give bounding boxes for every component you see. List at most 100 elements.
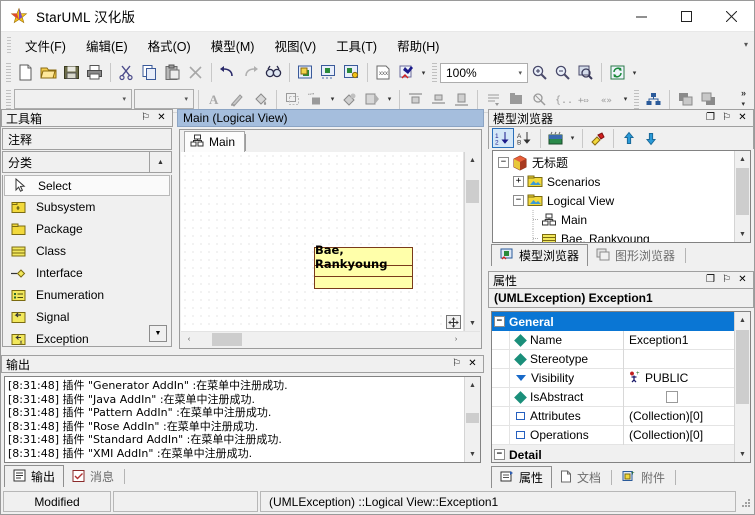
sort-alpha-icon[interactable]: AB [514, 128, 536, 148]
property-scrollbar[interactable]: ▲ ▼ [734, 312, 750, 462]
add-property-icon[interactable]: +⇔ [574, 88, 597, 110]
property-grid[interactable]: − General Name Exception1 Stereotype Vis… [491, 311, 751, 463]
property-row-name[interactable]: Name Exception1 [492, 330, 734, 350]
font-family-combo[interactable]: ▾ [14, 89, 132, 109]
expander-icon[interactable]: − [494, 449, 505, 460]
scroll-track[interactable] [735, 167, 750, 226]
tree-node-project[interactable]: − 无标题 [494, 153, 734, 172]
scroll-track[interactable] [735, 328, 750, 446]
menu-grip[interactable] [7, 37, 11, 54]
toolbox-group-annotation[interactable]: 注释 [2, 128, 172, 150]
chevron-down-icon[interactable]: ▾ [515, 69, 525, 77]
package-view-icon[interactable] [505, 88, 528, 110]
view-options-dropdown[interactable]: ▾ [567, 127, 578, 149]
scroll-track[interactable] [197, 332, 448, 347]
menu-file[interactable]: 文件(F) [15, 32, 76, 59]
menu-overflow-icon[interactable]: ▾ [744, 40, 748, 49]
property-category-detail[interactable]: − Detail [492, 445, 734, 462]
scroll-up-icon[interactable]: ▲ [149, 152, 171, 172]
canvas-hscrollbar[interactable]: ‹ › [181, 331, 480, 348]
diagram-lock-icon[interactable] [340, 62, 363, 84]
scroll-right-icon[interactable]: › [448, 332, 464, 347]
canvas-resize-handle[interactable] [446, 315, 461, 329]
tree-node-main[interactable]: Main [494, 210, 734, 229]
tab-model-browser[interactable]: 模型浏览器 [491, 244, 589, 266]
fill-style-icon[interactable] [338, 88, 361, 110]
output-scrollbar[interactable]: ▲ ▼ [464, 377, 480, 462]
open-icon[interactable] [37, 62, 60, 84]
save-icon[interactable] [60, 62, 83, 84]
minimize-button[interactable] [619, 1, 664, 32]
toolbar-overflow-1[interactable]: ▾ [418, 62, 429, 84]
expander-icon[interactable]: + [513, 176, 524, 187]
toolbox-group-classification[interactable]: 分类 ▲ [2, 151, 172, 173]
dropdown-icon[interactable] [516, 375, 526, 381]
cut-icon[interactable] [115, 62, 138, 84]
bring-front-icon[interactable] [674, 88, 697, 110]
sort-numeric-icon[interactable]: 12 [492, 128, 514, 148]
scroll-up-icon[interactable]: ▲ [735, 312, 750, 328]
scroll-up-icon[interactable]: ▲ [465, 377, 480, 393]
toolbar-expand-icon[interactable]: » [741, 88, 746, 98]
font-size-combo[interactable]: ▾ [134, 89, 194, 109]
layout-icon[interactable] [482, 88, 505, 110]
align-top-icon[interactable] [404, 88, 427, 110]
line-style-icon[interactable] [361, 88, 384, 110]
tab-output[interactable]: 输出 [4, 465, 65, 487]
diagram-edit-icon[interactable] [317, 62, 340, 84]
property-value-cell[interactable]: (Collection)[0] [624, 409, 734, 423]
scroll-thumb[interactable] [736, 330, 749, 404]
menu-help[interactable]: 帮助(H) [387, 32, 449, 59]
tree-scrollbar[interactable]: ▲ ▼ [734, 151, 750, 242]
close-icon[interactable]: ✕ [466, 358, 479, 371]
stereotype-dropdown[interactable]: ▾ [327, 88, 338, 110]
menu-edit[interactable]: 编辑(E) [76, 32, 138, 59]
close-icon[interactable]: ✕ [155, 112, 168, 125]
new-icon[interactable] [14, 62, 37, 84]
tab-attachments[interactable]: + 附件 [614, 467, 673, 488]
toolbox-item-exception[interactable]: x Exception [3, 328, 171, 346]
resize-grip-icon[interactable] [738, 495, 752, 509]
menu-model[interactable]: 模型(M) [201, 32, 265, 59]
line-style-dropdown[interactable]: ▾ [384, 88, 395, 110]
diagram-new-icon[interactable] [294, 62, 317, 84]
delete-icon[interactable] [184, 62, 207, 84]
view-options-icon[interactable] [545, 128, 567, 148]
diagram-canvas[interactable]: Bae, Rankyoung [181, 152, 464, 331]
property-row-attributes[interactable]: Attributes (Collection)[0] [492, 406, 734, 426]
toolbar-overflow-2[interactable]: ▾ [629, 62, 640, 84]
refresh-icon[interactable] [606, 62, 629, 84]
find-icon[interactable] [262, 62, 285, 84]
expander-icon[interactable]: − [494, 316, 505, 327]
show-operations-icon[interactable]: {..} [551, 88, 574, 110]
model-tree[interactable]: − 无标题 + Scenarios − Logical View Main Ba… [492, 150, 751, 243]
scroll-thumb[interactable] [212, 333, 243, 346]
tab-documentation[interactable]: 文档 [552, 467, 609, 488]
restore-icon[interactable]: ❐ [704, 112, 717, 125]
menu-format[interactable]: 格式(O) [138, 32, 201, 59]
property-value-cell[interactable]: (Collection)[0] [624, 428, 734, 442]
scroll-track[interactable] [465, 168, 480, 315]
highlight-icon[interactable] [587, 128, 609, 148]
move-up-icon[interactable] [618, 128, 640, 148]
scroll-down-icon[interactable]: ▼ [735, 226, 750, 242]
close-icon[interactable]: ✕ [736, 274, 749, 287]
stereotype-display-icon[interactable]: “” [304, 88, 327, 110]
redo-icon[interactable] [239, 62, 262, 84]
scroll-up-icon[interactable]: ▲ [465, 152, 480, 168]
line-color-icon[interactable] [226, 88, 249, 110]
toolbar-grip-2[interactable] [432, 63, 437, 82]
menu-view[interactable]: 视图(V) [264, 32, 326, 59]
copy-icon[interactable] [138, 62, 161, 84]
toolbar-expand-arrow[interactable]: ▾ [741, 100, 745, 108]
scroll-thumb[interactable] [466, 179, 479, 204]
scroll-down-icon[interactable]: ▼ [465, 446, 480, 462]
pin-icon[interactable]: ⚐ [450, 358, 463, 371]
toolbox-item-signal[interactable]: Signal [3, 306, 171, 328]
undo-icon[interactable] [216, 62, 239, 84]
auto-layout-icon[interactable] [642, 88, 665, 110]
toolbar-overflow-3[interactable]: ▾ [620, 88, 631, 110]
suppress-attr-icon[interactable] [528, 88, 551, 110]
scroll-down-icon[interactable]: ▼ [735, 446, 750, 462]
output-log[interactable]: [8:31:48] 插件 "Generator AddIn" :在菜单中注册成功… [4, 376, 481, 463]
